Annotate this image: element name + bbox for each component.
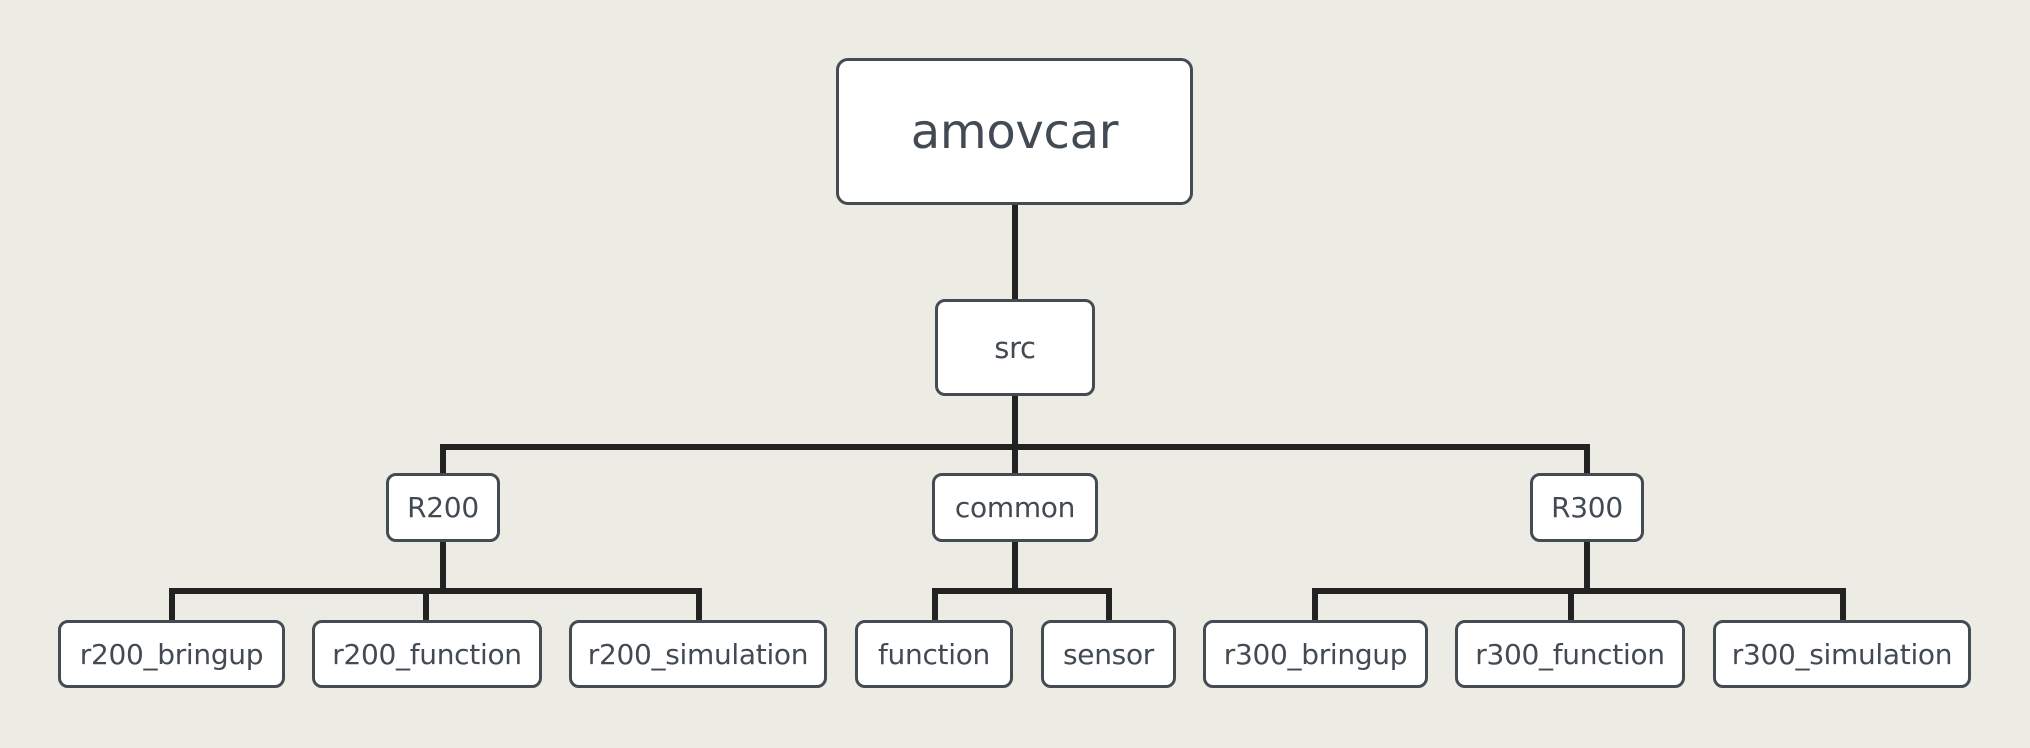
node-label: common [954,491,1076,524]
node-r300-bringup[interactable]: r300_bringup [1203,620,1428,688]
node-sensor[interactable]: sensor [1041,620,1176,688]
node-label: amovcar [910,103,1119,160]
node-r200-function[interactable]: r200_function [312,620,542,688]
node-label: sensor [1063,637,1154,671]
connector-r300-branch [1312,588,1846,622]
node-r300-function[interactable]: r300_function [1455,620,1685,688]
node-function[interactable]: function [855,620,1013,688]
node-r300-simulation[interactable]: r300_simulation [1713,620,1971,688]
node-r300[interactable]: R300 [1530,473,1644,542]
node-label: r300_function [1475,637,1665,671]
node-label: R200 [407,491,479,524]
node-label: r200_simulation [587,637,809,671]
node-label: R300 [1551,491,1623,524]
node-label: r200_bringup [79,637,264,671]
node-label: src [994,330,1036,365]
node-r200[interactable]: R200 [386,473,500,542]
node-r200-simulation[interactable]: r200_simulation [569,620,827,688]
node-src[interactable]: src [935,299,1095,396]
node-label: r200_function [332,637,522,671]
node-common[interactable]: common [932,473,1098,542]
connector-common-branch [932,588,1112,622]
node-amovcar[interactable]: amovcar [836,58,1193,205]
connector-r200-branch [169,588,702,622]
node-r200-bringup[interactable]: r200_bringup [58,620,285,688]
node-label: function [878,637,990,671]
node-label: r300_simulation [1731,637,1953,671]
node-label: r300_bringup [1223,637,1408,671]
